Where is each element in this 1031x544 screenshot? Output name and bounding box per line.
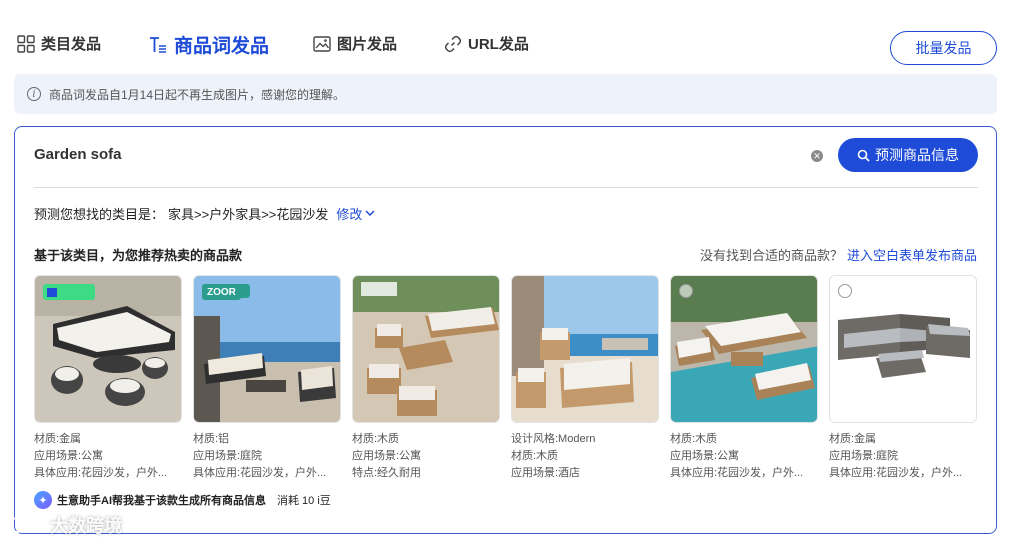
chevron-down-icon	[365, 210, 375, 217]
attr-line: 材质:金属	[34, 433, 82, 445]
predicted-category: 预测您想找的类目是： 家具>>户外家具>>花园沙发 修改	[34, 204, 375, 223]
product-image	[352, 275, 500, 423]
product-attrs: 材质:金属 应用场景:公寓 具体应用:花园沙发，户外...	[34, 431, 182, 482]
product-image	[34, 275, 182, 423]
tab-image-publish[interactable]: 图片发品	[313, 33, 397, 54]
attr-line: 材质:铝	[193, 433, 230, 445]
category-path: 家具>>户外家具>>花园沙发	[168, 207, 329, 222]
product-card[interactable]: 材质:金属 应用场景:公寓 具体应用:花园沙发，户外...	[34, 275, 182, 482]
modify-category-link[interactable]: 修改	[336, 204, 375, 223]
attr-line: 材质:木质	[670, 433, 718, 445]
ai-cost: 消耗 10 i豆	[277, 495, 331, 507]
product-card[interactable]: 材质:木质 应用场景:公寓 具体应用:花园沙发，户外...	[670, 275, 818, 482]
attr-line: 应用场景:酒店	[511, 467, 581, 479]
attr-line: 应用场景:公寓	[34, 450, 104, 462]
attr-line: 具体应用:花园沙发，户外...	[829, 467, 963, 479]
attr-line: 应用场景:庭院	[193, 450, 263, 462]
attr-line: 具体应用:花园沙发，户外...	[34, 467, 168, 479]
watermark-text: 大数跨境	[50, 516, 122, 536]
tab-label: 类目发品	[41, 36, 102, 53]
grid-icon	[17, 34, 35, 53]
brand-logo: ZOOR	[202, 284, 241, 300]
notice-banner: i 商品词发品自1月14日起不再生成图片，感谢您的理解。	[14, 74, 997, 114]
product-attrs: 材质:木质 应用场景:公寓 具体应用:花园沙发，户外...	[670, 431, 818, 482]
product-image	[829, 275, 977, 423]
search-icon	[857, 149, 870, 162]
batch-publish-button[interactable]: 批量发品	[890, 31, 997, 65]
product-attrs: 材质:金属 应用场景:庭院 具体应用:花园沙发，户外...	[829, 431, 977, 482]
clear-icon[interactable]: ✕	[811, 150, 823, 162]
attr-line: 材质:木质	[511, 450, 559, 462]
predict-button-label: 预测商品信息	[875, 147, 959, 163]
modify-label: 修改	[336, 207, 363, 222]
tab-label: 图片发品	[337, 36, 398, 53]
attr-line: 设计风格:Modern	[511, 433, 596, 445]
product-card[interactable]: 材质:木质 应用场景:公寓 特点:经久耐用	[352, 275, 500, 482]
product-card[interactable]: 设计风格:Modern 材质:木质 应用场景:酒店	[511, 275, 659, 482]
ai-sparkle-icon: ✦	[34, 491, 52, 509]
search-input[interactable]: Garden sofa	[34, 146, 122, 163]
attr-line: 材质:木质	[352, 433, 400, 445]
category-prefix: 预测您想找的类目是：	[34, 207, 165, 222]
blank-form-link[interactable]: 进入空白表单发布商品	[847, 248, 977, 263]
publish-mode-tabs: 类目发品 商品词发品 图片发品 URL发品	[0, 0, 1031, 72]
product-attrs: 材质:木质 应用场景:公寓 特点:经久耐用	[352, 431, 500, 482]
select-radio[interactable]	[679, 284, 693, 298]
notice-text: 商品词发品自1月14日起不再生成图片，感谢您的理解。	[49, 87, 346, 102]
attr-line: 特点:经久耐用	[352, 467, 422, 479]
watermark: 大数跨境	[8, 512, 122, 538]
image-icon	[313, 35, 331, 52]
keyword-publish-panel: Garden sofa ✕ 预测商品信息 预测您想找的类目是： 家具>>户外家具…	[14, 126, 997, 534]
product-attrs: 材质:铝 应用场景:庭院 具体应用:花园沙发，户外...	[193, 431, 341, 482]
product-image	[670, 275, 818, 423]
ai-generate-text: 生意助手AI帮我基于该款生成所有商品信息	[57, 495, 266, 507]
product-image: ZOOR	[193, 275, 341, 423]
attr-line: 材质:金属	[829, 433, 877, 445]
product-attrs: 设计风格:Modern 材质:木质 应用场景:酒店	[511, 431, 659, 482]
select-radio[interactable]	[838, 284, 852, 298]
predict-product-button[interactable]: 预测商品信息	[838, 138, 978, 172]
text-list-icon	[150, 36, 166, 53]
tab-url-publish[interactable]: URL发品	[444, 33, 529, 54]
divider	[34, 187, 978, 188]
attr-line: 具体应用:花园沙发，户外...	[670, 467, 804, 479]
product-image	[511, 275, 659, 423]
tab-label: 商品词发品	[174, 36, 270, 57]
tab-label: URL发品	[468, 36, 529, 53]
watermark-logo-icon	[9, 517, 43, 533]
tab-keyword-publish[interactable]: 商品词发品	[148, 31, 269, 58]
tab-category-publish[interactable]: 类目发品	[17, 33, 101, 54]
product-card[interactable]: ZOOR 材质:铝 应用场景:庭院 具体应用:花园沙发，户外...	[193, 275, 341, 482]
attr-line: 具体应用:花园沙发，户外...	[193, 467, 327, 479]
attr-line: 应用场景:公寓	[352, 450, 422, 462]
ai-generate-row[interactable]: ✦ 生意助手AI帮我基于该款生成所有商品信息 消耗 10 i豆	[34, 491, 331, 509]
recommend-title: 基于该类目，为您推荐热卖的商品款	[34, 248, 243, 263]
attr-line: 应用场景:庭院	[829, 450, 899, 462]
info-icon: i	[27, 87, 41, 101]
attr-line: 应用场景:公寓	[670, 450, 740, 462]
no-match-text: 没有找到合适的商品款？	[699, 248, 843, 263]
link-icon	[444, 35, 462, 52]
no-match-hint: 没有找到合适的商品款？ 进入空白表单发布商品	[700, 245, 977, 264]
product-card[interactable]: 材质:金属 应用场景:庭院 具体应用:花园沙发，户外...	[829, 275, 977, 482]
